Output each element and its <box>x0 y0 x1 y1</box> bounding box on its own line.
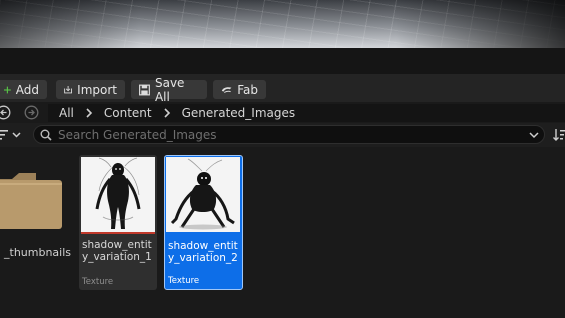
chevron-right-icon[interactable] <box>163 108 171 118</box>
import-label: Import <box>77 82 117 97</box>
asset-name: shadow_entity_variation_1 <box>82 239 152 263</box>
chevron-right-icon[interactable] <box>85 108 93 118</box>
add-button[interactable]: Add <box>0 80 47 99</box>
search-input[interactable] <box>58 127 518 142</box>
search-row <box>0 124 565 146</box>
asset-dirty-indicator <box>81 232 155 234</box>
shadow-figure-image <box>81 157 155 232</box>
asset-name: shadow_entity_variation_2 <box>168 240 238 264</box>
fab-label: Fab <box>237 82 258 97</box>
asset-thumbnail <box>81 157 155 232</box>
back-arrow-icon[interactable] <box>0 105 11 120</box>
save-all-button[interactable]: Save All <box>131 76 207 104</box>
crouching-figure-image <box>166 157 240 232</box>
level-viewport <box>0 0 565 48</box>
folder-icon <box>0 173 62 229</box>
panel-divider <box>0 48 565 74</box>
asset-tile-variation-2[interactable]: shadow_entity_variation_2 Texture <box>164 155 243 290</box>
asset-grid: _thumbnails shadow_entity_variation_1 Te… <box>0 147 565 318</box>
save-icon <box>139 84 150 95</box>
folder-thumbnails[interactable]: _thumbnails <box>0 155 72 275</box>
search-field[interactable] <box>33 125 545 144</box>
fab-icon <box>221 86 232 93</box>
content-browser-toolbar: Add Import Save All Fab <box>0 74 565 104</box>
import-icon <box>64 86 72 94</box>
plus-icon <box>4 86 11 93</box>
chevron-down-icon[interactable] <box>529 131 539 139</box>
forward-arrow-icon[interactable] <box>24 105 39 120</box>
asset-tile-variation-1[interactable]: shadow_entity_variation_1 Texture <box>79 155 157 290</box>
sort-icon[interactable] <box>553 128 565 142</box>
asset-thumbnail <box>166 157 240 232</box>
search-icon <box>40 129 52 141</box>
breadcrumb-generated-images[interactable]: Generated_Images <box>171 106 307 120</box>
breadcrumb-content[interactable]: Content <box>93 106 163 120</box>
path-bar: All Content Generated_Images <box>0 102 565 123</box>
breadcrumb: All Content Generated_Images <box>48 104 565 122</box>
fab-button[interactable]: Fab <box>213 80 266 99</box>
add-label: Add <box>15 82 39 97</box>
asset-type: Texture <box>82 277 114 287</box>
folder-label: _thumbnails <box>4 246 72 259</box>
filter-icon[interactable] <box>0 129 24 141</box>
asset-type: Texture <box>168 276 200 286</box>
import-button[interactable]: Import <box>56 80 125 99</box>
breadcrumb-all[interactable]: All <box>48 106 85 120</box>
save-all-label: Save All <box>154 75 185 104</box>
